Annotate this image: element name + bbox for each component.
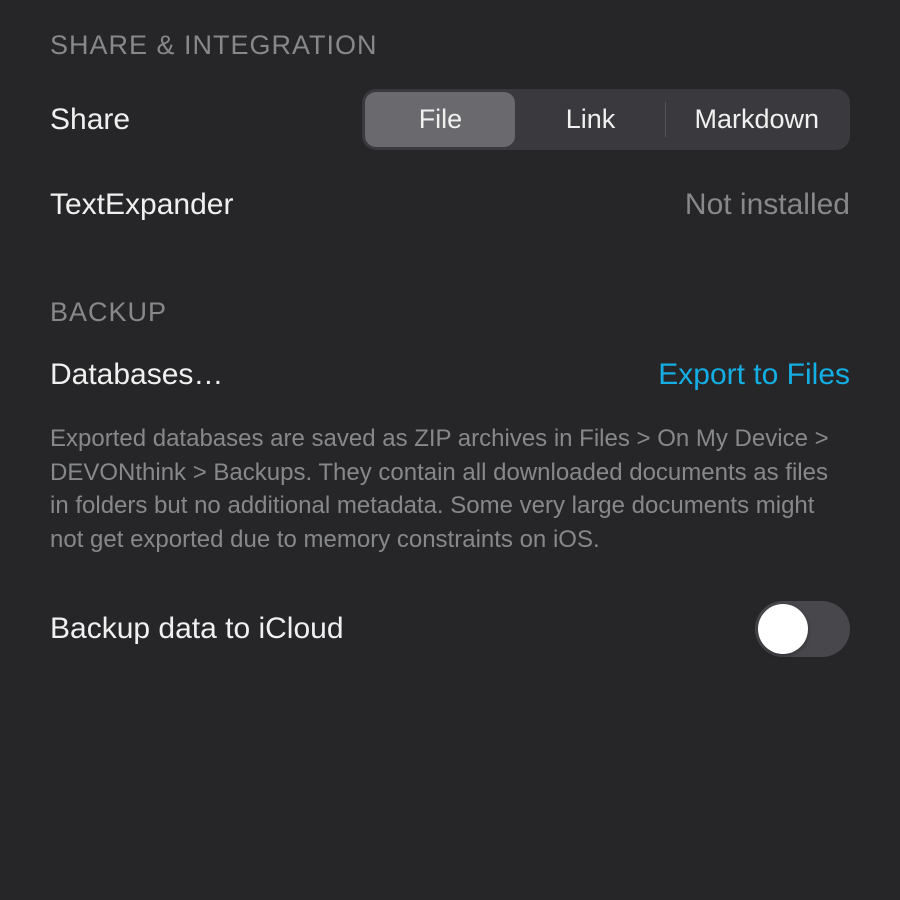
textexpander-status: Not installed: [685, 188, 850, 222]
databases-label: Databases…: [50, 358, 223, 392]
section-header-share-integration: SHARE & INTEGRATION: [50, 30, 850, 61]
share-row: Share File Link Markdown: [50, 89, 850, 150]
share-segment-markdown[interactable]: Markdown: [666, 92, 847, 147]
share-segmented-control[interactable]: File Link Markdown: [362, 89, 850, 150]
icloud-backup-row: Backup data to iCloud: [50, 601, 850, 657]
icloud-backup-label: Backup data to iCloud: [50, 612, 344, 646]
textexpander-row: TextExpander Not installed: [50, 188, 850, 222]
share-label: Share: [50, 103, 130, 137]
section-header-backup: BACKUP: [50, 297, 850, 328]
toggle-knob: [758, 604, 808, 654]
share-segment-file[interactable]: File: [365, 92, 515, 147]
export-to-files-button[interactable]: Export to Files: [658, 358, 850, 392]
backup-description: Exported databases are saved as ZIP arch…: [50, 422, 850, 556]
share-segment-link[interactable]: Link: [515, 92, 665, 147]
textexpander-label: TextExpander: [50, 188, 233, 222]
icloud-backup-toggle[interactable]: [755, 601, 850, 657]
databases-row: Databases… Export to Files: [50, 358, 850, 392]
